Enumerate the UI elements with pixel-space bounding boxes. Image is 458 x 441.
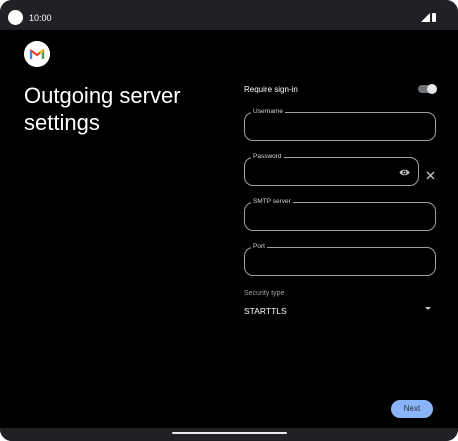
require-signin-label: Require sign-in <box>244 85 298 94</box>
status-time: 10:00 <box>29 13 52 23</box>
signal-icon <box>421 13 430 22</box>
gmail-icon <box>24 41 50 67</box>
username-label: Username <box>251 107 285 117</box>
chevron-down-icon[interactable] <box>425 307 431 310</box>
clear-icon[interactable] <box>425 170 436 181</box>
smtp-server-field[interactable]: SMTP server <box>244 197 436 231</box>
security-type-select[interactable]: STARTTLS <box>244 306 287 316</box>
username-field[interactable]: Username <box>244 107 436 141</box>
require-signin-toggle[interactable] <box>418 84 437 94</box>
gesture-handle[interactable] <box>172 432 287 434</box>
port-label: Port <box>251 242 267 252</box>
password-field[interactable]: Password <box>244 152 419 186</box>
nav-bar <box>0 428 458 441</box>
security-type-label: Security type <box>244 290 285 297</box>
battery-icon <box>432 13 436 22</box>
camera-cutout <box>8 10 23 25</box>
smtp-server-label: SMTP server <box>251 197 293 207</box>
eye-icon[interactable] <box>399 167 410 178</box>
status-bar: 10:00 <box>0 0 458 30</box>
toggle-thumb <box>427 84 437 94</box>
port-field[interactable]: Port <box>244 242 436 276</box>
password-label: Password <box>251 152 284 162</box>
device-screen: 10:00 Outgoing server settings Require s… <box>0 0 458 441</box>
next-button[interactable]: Next <box>391 400 433 418</box>
page-title: Outgoing server settings <box>24 83 181 135</box>
